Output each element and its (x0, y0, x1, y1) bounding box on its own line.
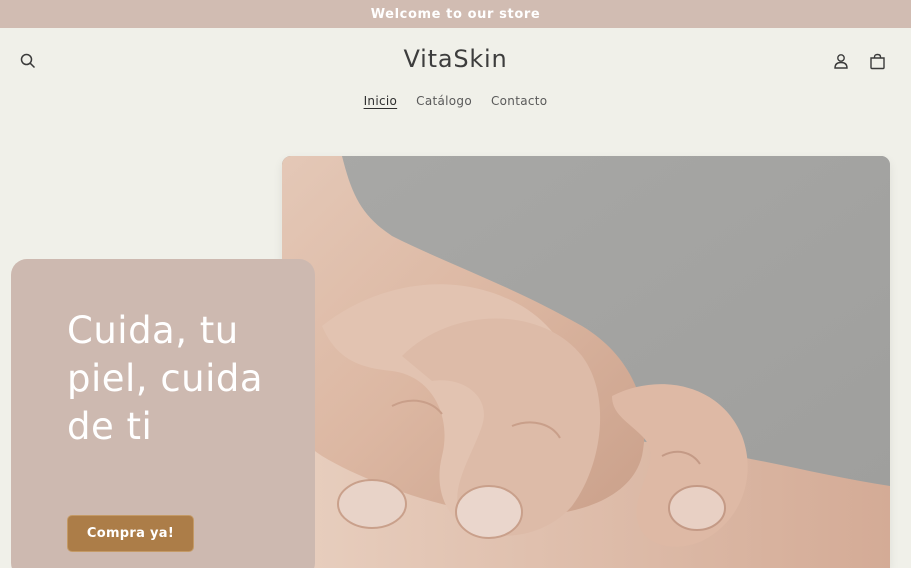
main-navigation: Inicio Catálogo Contacto (0, 94, 911, 116)
announcement-bar: Welcome to our store (0, 0, 911, 28)
site-logo[interactable]: VitaSkin (0, 45, 911, 73)
nav-item-contacto[interactable]: Contacto (491, 94, 547, 116)
shopping-bag-icon[interactable] (866, 50, 888, 72)
hero-content-card: Cuida, tu piel, cuida de ti Compra ya! (11, 259, 315, 568)
hands-photo (282, 156, 890, 568)
shop-now-button[interactable]: Compra ya! (67, 515, 194, 552)
site-header: VitaSkin (0, 28, 911, 94)
user-icon[interactable] (830, 50, 852, 72)
nav-item-catalogo[interactable]: Catálogo (416, 94, 472, 116)
nav-item-inicio[interactable]: Inicio (364, 94, 398, 116)
announcement-text: Welcome to our store (370, 6, 541, 22)
hero-image (282, 156, 890, 568)
hero-heading: Cuida, tu piel, cuida de ti (67, 309, 264, 448)
